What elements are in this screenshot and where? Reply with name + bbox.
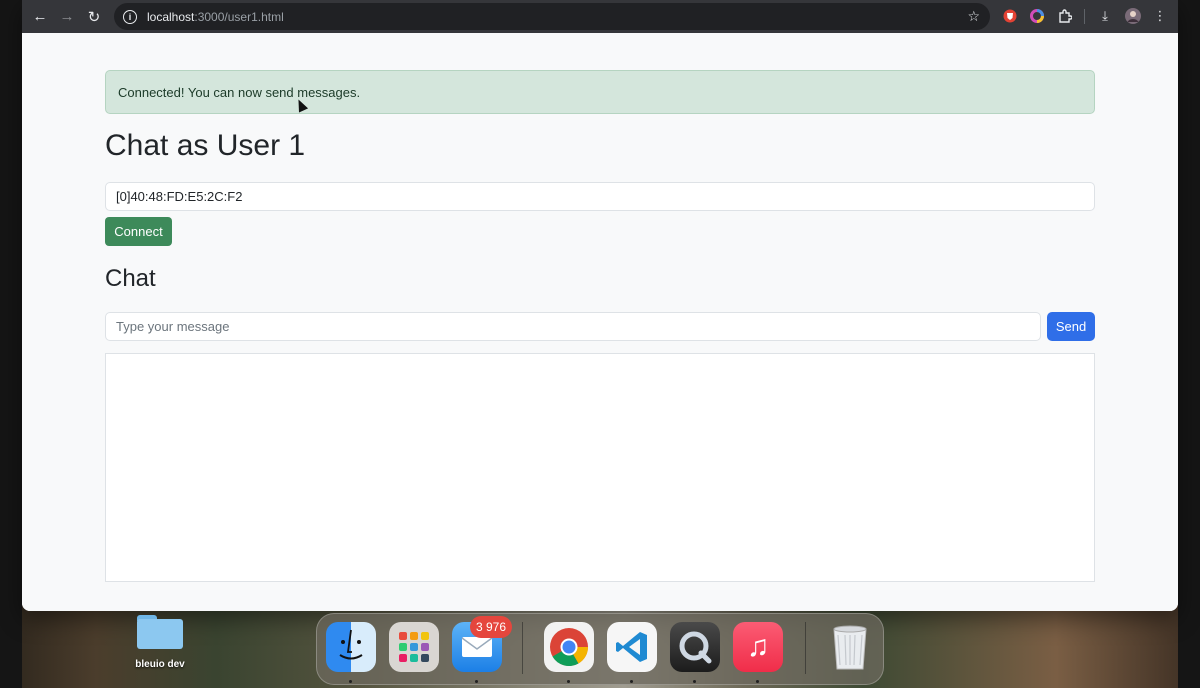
url-host: localhost (147, 9, 195, 24)
screen-border-right (1178, 0, 1200, 688)
send-button[interactable]: Send (1047, 312, 1095, 341)
device-address-value: [0]40:48:FD:E5:2C:F2 (116, 189, 243, 204)
dock: ♫ (316, 613, 884, 685)
page-title: Chat as User 1 (105, 129, 306, 162)
bookmark-star-icon[interactable]: ☆ (967, 8, 980, 25)
quicktime-icon[interactable] (670, 622, 720, 672)
folder-icon[interactable] (137, 615, 183, 649)
reload-icon[interactable]: ↻ (81, 4, 107, 30)
back-icon[interactable]: ← (27, 4, 53, 30)
browser-menu-icon[interactable]: ⋮ (1151, 7, 1169, 25)
mail-unread-badge: 3 976 (470, 616, 513, 638)
chrome-icon[interactable] (544, 622, 594, 672)
extension-ring-icon[interactable] (1028, 7, 1046, 25)
url-text[interactable]: localhost:3000/user1.html (147, 10, 284, 24)
finder-icon[interactable] (326, 622, 376, 672)
dock-divider (522, 622, 523, 674)
alert-text: Connected! You can now send messages. (118, 85, 361, 100)
forward-icon[interactable]: → (54, 4, 80, 30)
chat-heading: Chat (105, 265, 156, 292)
message-placeholder: Type your message (116, 319, 230, 334)
chrome-running-dot (567, 680, 570, 683)
connect-button[interactable]: Connect (105, 217, 172, 246)
page-content: Connected! You can now send messages. Ch… (22, 33, 1178, 611)
url-path: :3000/user1.html (194, 9, 284, 24)
dock-divider-2 (805, 622, 806, 674)
finder-running-dot (349, 680, 352, 683)
address-bar[interactable]: i localhost:3000/user1.html ☆ (114, 3, 990, 30)
music-icon[interactable]: ♫ (733, 622, 783, 672)
vscode-running-dot (630, 680, 633, 683)
toolbar-divider (1084, 9, 1085, 24)
launchpad-icon[interactable] (389, 622, 439, 672)
music-running-dot (756, 680, 759, 683)
connection-alert: Connected! You can now send messages. (105, 70, 1095, 114)
browser-window: ← → ↻ i localhost:3000/user1.html ☆ ⤓ ⋮ … (22, 0, 1178, 611)
extension-shield-icon[interactable] (1001, 7, 1019, 25)
extensions-puzzle-icon[interactable] (1056, 7, 1074, 25)
device-address-input[interactable]: [0]40:48:FD:E5:2C:F2 (105, 182, 1095, 211)
download-icon[interactable]: ⤓ (1096, 7, 1114, 25)
mail-running-dot (475, 680, 478, 683)
profile-avatar-icon[interactable] (1124, 7, 1142, 25)
chat-messages-box[interactable] (105, 353, 1095, 582)
trash-icon[interactable] (825, 622, 875, 672)
site-info-icon[interactable]: i (123, 9, 137, 24)
screen-border-left (0, 0, 22, 688)
browser-toolbar: ← → ↻ i localhost:3000/user1.html ☆ ⤓ ⋮ (22, 0, 1178, 33)
folder-label[interactable]: bleuio dev (126, 659, 194, 670)
quicktime-running-dot (693, 680, 696, 683)
message-input[interactable]: Type your message (105, 312, 1041, 341)
vscode-icon[interactable] (607, 622, 657, 672)
